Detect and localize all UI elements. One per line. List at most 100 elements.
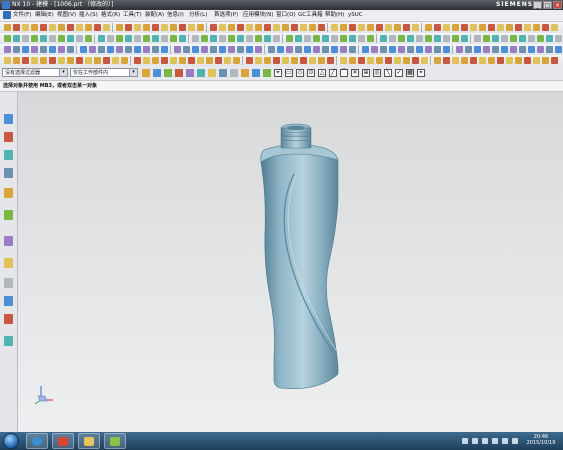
resource-bar-tab-icon[interactable] bbox=[4, 114, 13, 124]
toolbar-tool-icon[interactable] bbox=[13, 57, 20, 64]
toolbar-tool-icon[interactable] bbox=[524, 24, 531, 31]
toolbar-tool-icon[interactable] bbox=[49, 46, 56, 53]
toolbar-tool-icon[interactable] bbox=[134, 24, 141, 31]
menu-preferences[interactable]: 首选项(P) bbox=[214, 10, 238, 21]
toolbar-tool-icon[interactable] bbox=[152, 24, 159, 31]
toolbar-tool-icon[interactable] bbox=[98, 35, 105, 42]
toolbar-tool-icon[interactable] bbox=[309, 24, 316, 31]
snap-point-icon[interactable]: ╲ bbox=[384, 69, 392, 77]
toolbar-tool-icon[interactable] bbox=[210, 35, 217, 42]
toolbar-tool-icon[interactable] bbox=[264, 24, 271, 31]
toolbar-tool-icon[interactable] bbox=[412, 24, 419, 31]
toolbar-tool-icon[interactable] bbox=[340, 24, 347, 31]
toolbar-tool-icon[interactable] bbox=[188, 57, 195, 64]
toolbar-tool-icon[interactable] bbox=[474, 35, 481, 42]
toolbar-tool-icon[interactable] bbox=[116, 35, 123, 42]
resource-bar-tab-icon[interactable] bbox=[4, 210, 13, 220]
toolbar-tool-icon[interactable] bbox=[331, 46, 338, 53]
toolbar-tool-icon[interactable] bbox=[416, 46, 423, 53]
toolbar-tool-icon[interactable] bbox=[40, 24, 47, 31]
resource-bar-tab-icon[interactable] bbox=[4, 188, 13, 198]
toolbar-tool-icon[interactable] bbox=[358, 24, 365, 31]
toolbar-tool-icon[interactable] bbox=[407, 46, 414, 53]
toolbar-tool-icon[interactable] bbox=[362, 46, 369, 53]
snap-point-icon[interactable] bbox=[186, 69, 194, 77]
toolbar-tool-icon[interactable] bbox=[515, 24, 522, 31]
toolbar-tool-icon[interactable] bbox=[233, 57, 240, 64]
toolbar-tool-icon[interactable] bbox=[201, 35, 208, 42]
system-clock[interactable]: 20:46 2015/10/19 bbox=[522, 434, 560, 446]
toolbar-tool-icon[interactable] bbox=[210, 46, 217, 53]
snap-point-icon[interactable]: ◇ bbox=[296, 69, 304, 77]
toolbar-tool-icon[interactable] bbox=[367, 24, 374, 31]
toolbar-tool-icon[interactable] bbox=[443, 46, 450, 53]
toolbar-tool-icon[interactable] bbox=[179, 24, 186, 31]
toolbar-tool-icon[interactable] bbox=[152, 35, 159, 42]
close-button[interactable]: × bbox=[553, 1, 562, 9]
toolbar-tool-icon[interactable] bbox=[524, 57, 531, 64]
toolbar-tool-icon[interactable] bbox=[403, 24, 410, 31]
toolbar-tool-icon[interactable] bbox=[295, 35, 302, 42]
tray-icon[interactable] bbox=[472, 438, 478, 444]
toolbar-tool-icon[interactable] bbox=[255, 35, 262, 42]
toolbar-tool-icon[interactable] bbox=[13, 24, 20, 31]
toolbar-tool-icon[interactable] bbox=[264, 35, 271, 42]
toolbar-tool-icon[interactable] bbox=[4, 24, 11, 31]
tray-icon[interactable] bbox=[462, 438, 468, 444]
toolbar-tool-icon[interactable] bbox=[49, 24, 56, 31]
toolbar-tool-icon[interactable] bbox=[501, 35, 508, 42]
snap-point-icon[interactable]: ⊕ bbox=[362, 69, 370, 77]
toolbar-tool-icon[interactable] bbox=[179, 57, 186, 64]
toolbar-tool-icon[interactable] bbox=[349, 24, 356, 31]
toolbar-tool-icon[interactable] bbox=[134, 46, 141, 53]
snap-point-icon[interactable] bbox=[153, 69, 161, 77]
toolbar-tool-icon[interactable] bbox=[143, 46, 150, 53]
toolbar-tool-icon[interactable] bbox=[349, 57, 356, 64]
toolbar-tool-icon[interactable] bbox=[300, 24, 307, 31]
menu-application[interactable]: 应用模块(N) bbox=[243, 10, 273, 21]
resource-bar-tab-icon[interactable] bbox=[4, 314, 13, 324]
snap-point-icon[interactable]: ✕ bbox=[351, 69, 359, 77]
toolbar-tool-icon[interactable] bbox=[318, 24, 325, 31]
toolbar-tool-icon[interactable] bbox=[80, 46, 87, 53]
toolbar-tool-icon[interactable] bbox=[497, 57, 504, 64]
toolbar-tool-icon[interactable] bbox=[537, 35, 544, 42]
toolbar-tool-icon[interactable] bbox=[488, 24, 495, 31]
toolbar-tool-icon[interactable] bbox=[385, 24, 392, 31]
toolbar-tool-icon[interactable] bbox=[340, 57, 347, 64]
toolbar-tool-icon[interactable] bbox=[398, 46, 405, 53]
toolbar-tool-icon[interactable] bbox=[506, 57, 513, 64]
toolbar-tool-icon[interactable] bbox=[291, 24, 298, 31]
toolbar-tool-icon[interactable] bbox=[152, 46, 159, 53]
toolbar-tool-icon[interactable] bbox=[461, 24, 468, 31]
toolbar-tool-icon[interactable] bbox=[40, 57, 47, 64]
menu-file[interactable]: 文件(F) bbox=[13, 10, 31, 21]
toolbar-tool-icon[interactable] bbox=[452, 24, 459, 31]
graphics-viewport[interactable] bbox=[18, 92, 563, 432]
toolbar-tool-icon[interactable] bbox=[461, 57, 468, 64]
toolbar-tool-icon[interactable] bbox=[515, 57, 522, 64]
toolbar-tool-icon[interactable] bbox=[76, 35, 83, 42]
toolbar-tool-icon[interactable] bbox=[31, 35, 38, 42]
snap-point-icon[interactable]: ⌖ bbox=[417, 69, 425, 77]
toolbar-tool-icon[interactable] bbox=[31, 57, 38, 64]
toolbar-tool-icon[interactable] bbox=[371, 46, 378, 53]
toolbar-tool-icon[interactable] bbox=[376, 57, 383, 64]
resource-bar-tab-icon[interactable] bbox=[4, 258, 13, 268]
menu-help[interactable]: 帮助(H) bbox=[325, 10, 344, 21]
toolbar-tool-icon[interactable] bbox=[416, 35, 423, 42]
toolbar-tool-icon[interactable] bbox=[183, 46, 190, 53]
toolbar-tool-icon[interactable] bbox=[318, 57, 325, 64]
menu-window[interactable]: 窗口(O) bbox=[276, 10, 296, 21]
taskbar-app-explorer[interactable] bbox=[78, 433, 100, 449]
maximize-button[interactable]: □ bbox=[543, 1, 552, 9]
toolbar-tool-icon[interactable] bbox=[188, 24, 195, 31]
resource-bar-tab-icon[interactable] bbox=[4, 150, 13, 160]
toolbar-tool-icon[interactable] bbox=[398, 35, 405, 42]
toolbar-tool-icon[interactable] bbox=[237, 24, 244, 31]
toolbar-tool-icon[interactable] bbox=[394, 24, 401, 31]
menu-tools[interactable]: 工具(T) bbox=[123, 10, 142, 21]
toolbar-tool-icon[interactable] bbox=[67, 24, 74, 31]
toolbar-tool-icon[interactable] bbox=[192, 46, 199, 53]
toolbar-tool-icon[interactable] bbox=[327, 57, 334, 64]
